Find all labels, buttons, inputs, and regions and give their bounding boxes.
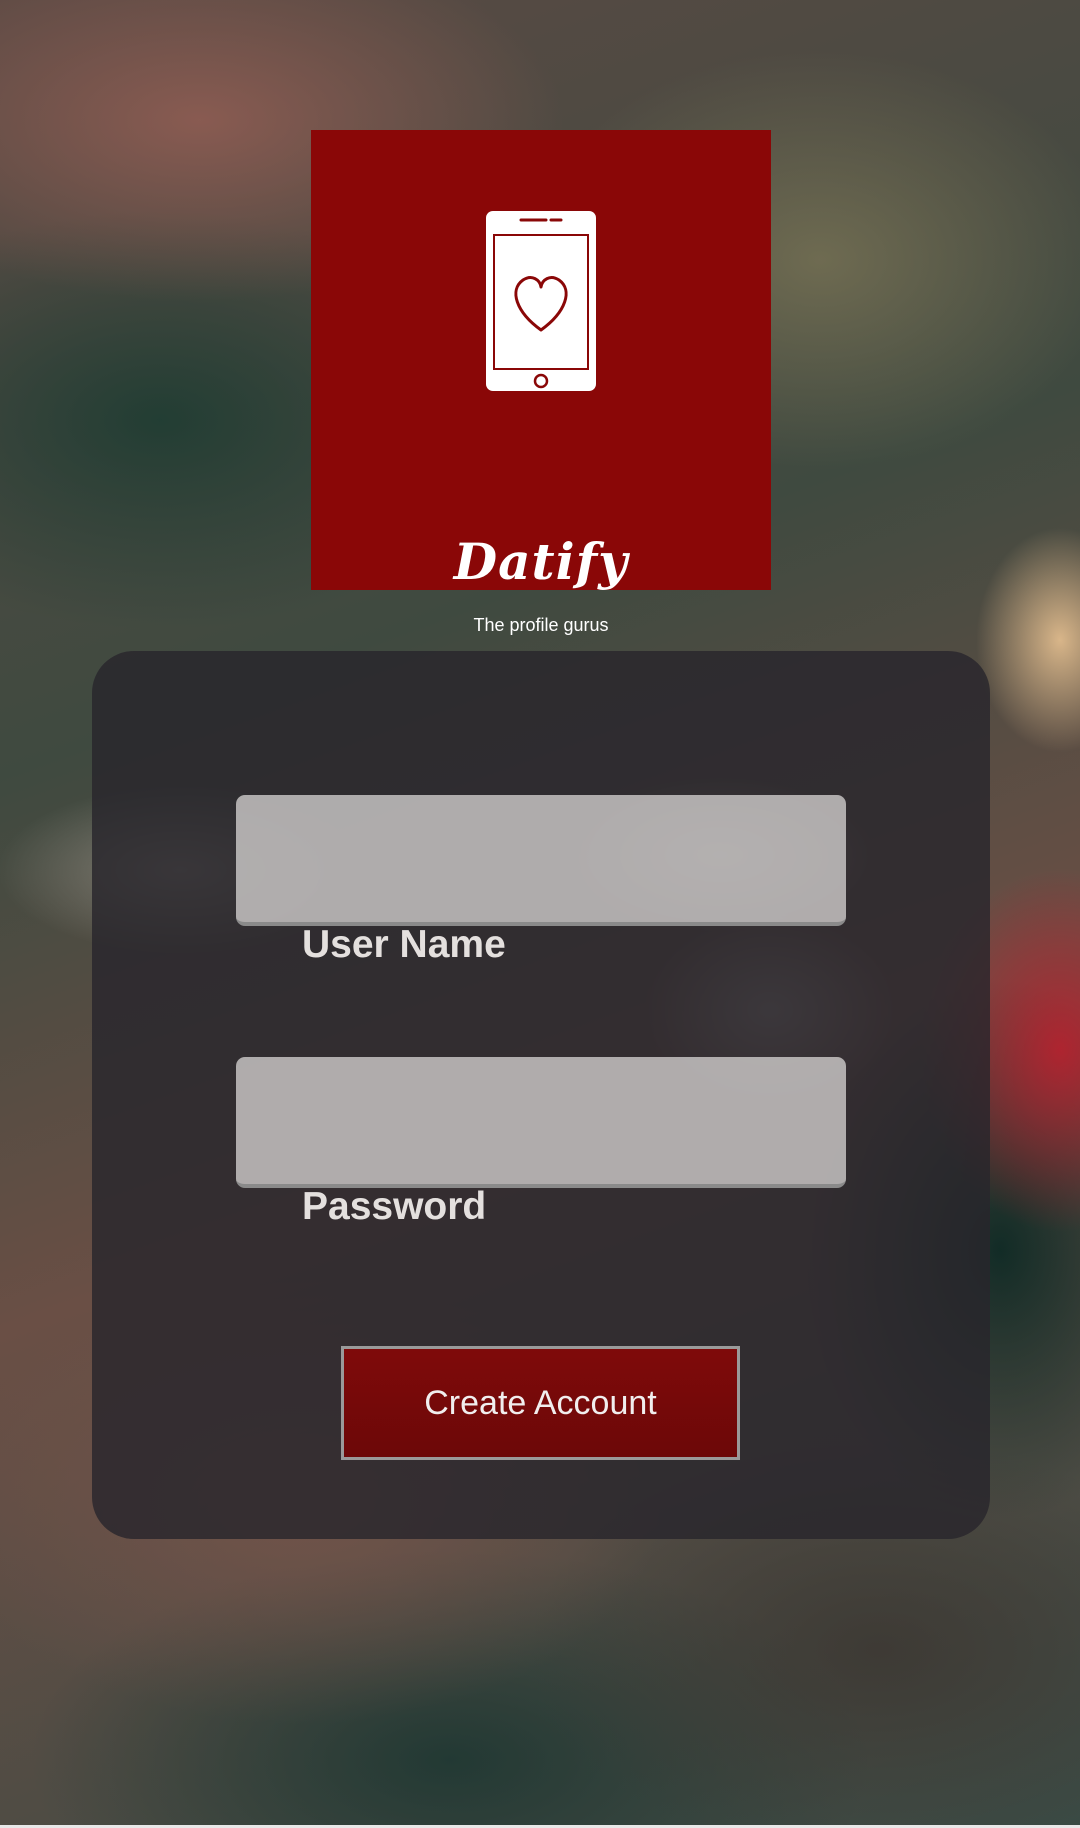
logo-tagline: The profile gurus xyxy=(473,615,609,635)
password-input[interactable] xyxy=(236,1057,846,1188)
username-input[interactable] xyxy=(236,795,846,926)
logo-title: Datify xyxy=(453,532,629,591)
create-account-button[interactable]: Create Account xyxy=(341,1346,740,1460)
username-label: User Name xyxy=(302,923,506,966)
app-logo: Datify The profile gurus xyxy=(311,130,771,634)
password-label: Password xyxy=(302,1185,487,1228)
phone-heart-icon xyxy=(486,211,596,391)
